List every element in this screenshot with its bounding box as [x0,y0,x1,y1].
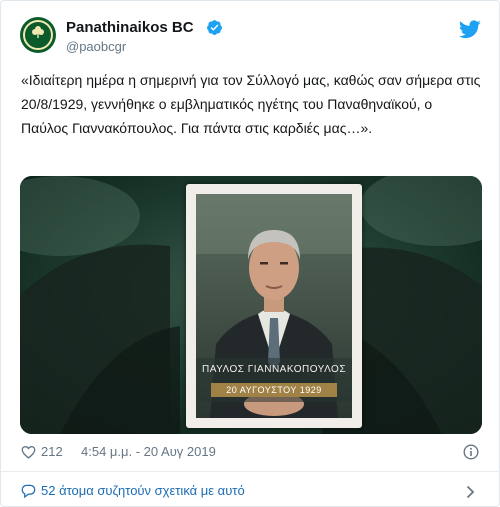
caption-name: ΠΑΥΛΟΣ ΓΙΑΝΝΑΚΟΠΟΥΛΟΣ [201,364,347,375]
conversation-link[interactable]: 52 άτομα συζητούν σχετικά με αυτό [1,472,500,507]
verified-badge-icon [207,20,222,35]
tweet-card: Panathinaikos BC @paobcgr «Ιδιαίτερη ημέ… [0,0,500,507]
caption-date: 20 ΑΥΓΟΥΣΤΟΥ 1929 [211,383,337,397]
memorial-poster: ΠΑΥΛΟΣ ΓΙΑΝΝΑΚΟΠΟΥΛΟΣ 20 ΑΥΓΟΥΣΤΟΥ 1929 [186,184,362,428]
like-count[interactable]: 212 [41,444,63,459]
portrait-photo: ΠΑΥΛΟΣ ΓΙΑΝΝΑΚΟΠΟΥΛΟΣ 20 ΑΥΓΟΥΣΤΟΥ 1929 [196,194,352,418]
handle[interactable]: @paobcgr [66,39,126,54]
clover-icon [32,26,44,38]
conversation-count[interactable]: 52 άτομα συζητούν σχετικά με αυτό [41,483,245,498]
tweet-text: «Ιδιαίτερη ημέρα η σημερινή για τον Σύλλ… [21,72,481,136]
timestamp[interactable]: 4:54 μ.μ. - 20 Αυγ 2019 [81,444,216,459]
heart-icon[interactable] [21,445,36,459]
speech-bubble-icon [21,484,36,498]
twitter-bird-icon[interactable] [459,20,481,39]
tweet-image[interactable]: ΠΑΥΛΟΣ ΓΙΑΝΝΑΚΟΠΟΥΛΟΣ 20 ΑΥΓΟΥΣΤΟΥ 1929 [20,176,482,434]
display-name[interactable]: Panathinaikos BC [66,19,194,36]
chevron-right-icon[interactable] [466,485,475,499]
info-icon[interactable] [463,444,479,460]
avatar[interactable] [20,17,56,53]
